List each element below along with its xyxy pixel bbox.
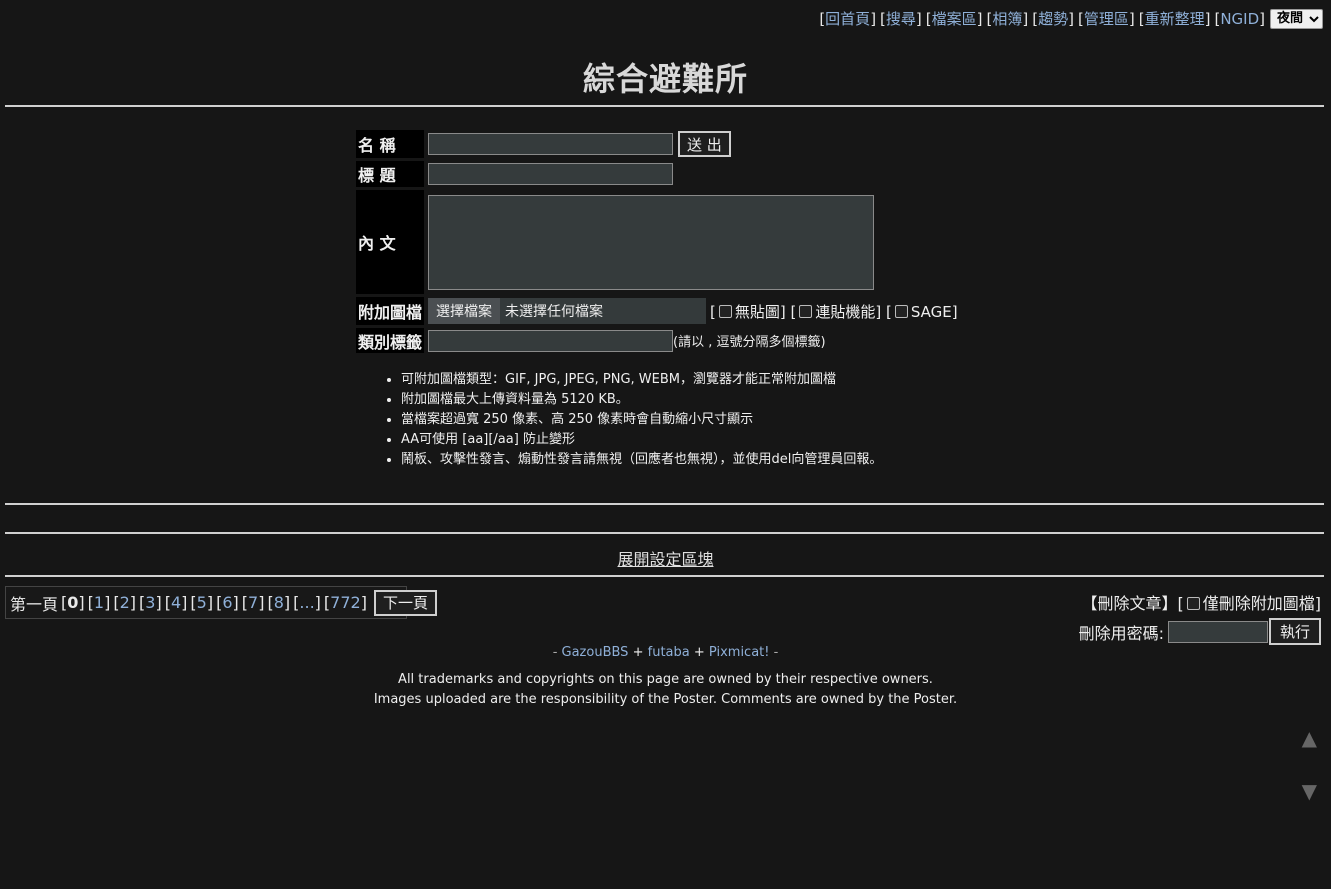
page-link[interactable]: [5] (190, 593, 213, 612)
divider-mid2 (5, 532, 1324, 534)
tags-hint: (請以 , 逗號分隔多個標籤) (673, 335, 826, 350)
pagination: 第一頁 [0] [1] [2] [3] [4] [5] [6] [7] [8] … (5, 586, 437, 619)
body-row: 內 文 (356, 190, 958, 294)
submit-button[interactable]: 送 出 (678, 131, 731, 157)
nav-admin-link[interactable]: 管理區 (1084, 10, 1129, 28)
page-link[interactable]: [7] (242, 593, 265, 612)
credit-link-pixmicat[interactable]: Pixmicat! (709, 645, 770, 660)
body-textarea[interactable] (428, 194, 874, 290)
top-navigation: [回首頁] [搜尋] [檔案區] [相簿] [趨勢] [管理區] [重新整理] … (815, 8, 1323, 29)
name-label: 名 稱 (356, 130, 424, 158)
rule-item: 附加圖檔最大上傳資料量為 5120 KB。 (401, 390, 882, 410)
theme-select[interactable]: 夜間 (1270, 8, 1323, 29)
page-current: [0] (61, 593, 85, 612)
nav-refresh[interactable]: [重新整理] (1139, 8, 1211, 29)
nav-ngid-link[interactable]: NGID (1220, 10, 1259, 28)
noimage-label: 無貼圖 (734, 302, 780, 321)
subject-row: 標 題 (356, 161, 958, 187)
page-title: 綜合避難所 (582, 60, 748, 98)
post-form: 名 稱 送 出 標 題 內 文 附加圖檔 選擇檔案 未選擇任何檔案 [無貼圖] … (356, 130, 958, 356)
file-status: 未選擇任何檔案 (505, 304, 603, 320)
delete-panel: 【刪除文章】[僅刪除附加圖檔] 刪除用密碼: 執行 (1079, 590, 1321, 645)
page-link[interactable]: [4] (165, 593, 188, 612)
divider-bottom (5, 575, 1324, 577)
post-options: [無貼圖] [連貼機能] [SAGE] (710, 302, 958, 321)
next-page-button[interactable]: 下一頁 (373, 589, 437, 616)
sage-label: SAGE (910, 302, 952, 321)
page-ellipsis[interactable]: [...] (293, 593, 321, 612)
sage-checkbox[interactable] (894, 304, 908, 318)
image-only-label: 僅刪除附加圖檔 (1202, 594, 1315, 613)
continuous-label: 連貼機能 (815, 302, 876, 321)
delete-title: 【刪除文章】 (1081, 594, 1178, 613)
credit-link-gazoubbs[interactable]: GazouBBS (562, 645, 629, 660)
nav-search[interactable]: [搜尋] (880, 8, 922, 29)
nav-home-link[interactable]: 回首頁 (825, 10, 870, 28)
page-link[interactable]: [1] (88, 593, 111, 612)
credit-link-futaba[interactable]: futaba (648, 645, 690, 660)
delete-line1: 【刪除文章】[僅刪除附加圖檔] (1081, 594, 1321, 613)
delete-line2: 刪除用密碼: 執行 (1079, 618, 1321, 645)
first-page-label: 第一頁 (10, 594, 59, 614)
nav-archive[interactable]: [檔案區] (926, 8, 983, 29)
choose-file-button[interactable]: 選擇檔案 (428, 298, 500, 324)
page-link[interactable]: [3] (139, 593, 162, 612)
rule-item: 鬧板、攻擊性發言、煽動性發言請無視（回應者也無視），並使用del向管理員回報。 (401, 450, 882, 470)
nav-home[interactable]: [回首頁] (819, 8, 876, 29)
password-label: 刪除用密碼: (1078, 623, 1164, 643)
page-link[interactable]: [2] (113, 593, 136, 612)
divider-mid1 (5, 503, 1324, 505)
nav-admin[interactable]: [管理區] (1078, 8, 1135, 29)
legal-notice: All trademarks and copyrights on this pa… (0, 670, 1331, 710)
credits: - GazouBBS + futaba + Pixmicat! - (552, 645, 779, 660)
rule-item: 當檔案超過寬 250 像素、高 250 像素時會自動縮小尺寸顯示 (401, 410, 882, 430)
subject-input[interactable] (428, 163, 673, 185)
attach-label: 附加圖檔 (356, 297, 424, 325)
image-only-checkbox[interactable] (1186, 597, 1200, 610)
nav-ngid[interactable]: [NGID] (1214, 10, 1265, 28)
nav-refresh-link[interactable]: 重新整理 (1145, 10, 1205, 28)
attach-row: 附加圖檔 選擇檔案 未選擇任何檔案 [無貼圖] [連貼機能] [SAGE] (356, 297, 958, 325)
scroll-up-icon[interactable]: ▲ (1302, 726, 1317, 750)
delete-password-input[interactable] (1167, 620, 1268, 643)
tags-label: 類別標籤 (356, 328, 424, 353)
page-link[interactable]: [8] (267, 593, 290, 612)
page-link-last[interactable]: [772] (324, 593, 367, 612)
name-row: 名 稱 送 出 (356, 130, 958, 158)
continuous-checkbox[interactable] (799, 304, 813, 318)
legal-line-2: Images uploaded are the responsibility o… (373, 692, 958, 707)
rule-item: AA可使用 [aa][/aa] 防止變形 (401, 430, 882, 450)
tags-input[interactable] (428, 329, 673, 352)
body-label: 內 文 (356, 190, 424, 294)
legal-line-1: All trademarks and copyrights on this pa… (398, 672, 933, 687)
execute-button[interactable]: 執行 (1268, 618, 1321, 645)
nav-archive-link[interactable]: 檔案區 (932, 10, 977, 28)
nav-album[interactable]: [相簿] (987, 8, 1029, 29)
rule-item: 可附加圖檔類型：GIF, JPG, JPEG, PNG, WEBM，瀏覽器才能正… (401, 370, 882, 390)
nav-trend-link[interactable]: 趨勢 (1038, 10, 1068, 28)
divider-top (5, 105, 1324, 107)
page-link[interactable]: [6] (216, 593, 239, 612)
name-input[interactable] (428, 133, 673, 155)
rules-list: 可附加圖檔類型：GIF, JPG, JPEG, PNG, WEBM，瀏覽器才能正… (383, 370, 882, 470)
subject-label: 標 題 (356, 161, 424, 187)
file-input[interactable]: 選擇檔案 未選擇任何檔案 (428, 298, 706, 324)
nav-trend[interactable]: [趨勢] (1032, 8, 1074, 29)
noimage-checkbox[interactable] (718, 304, 732, 318)
scroll-down-icon[interactable]: ▼ (1302, 779, 1317, 803)
tags-row: 類別標籤 (請以 , 逗號分隔多個標籤) (356, 328, 958, 353)
nav-album-link[interactable]: 相簿 (992, 10, 1022, 28)
expand-settings-link[interactable]: 展開設定區塊 (0, 546, 1331, 570)
nav-search-link[interactable]: 搜尋 (886, 10, 916, 28)
